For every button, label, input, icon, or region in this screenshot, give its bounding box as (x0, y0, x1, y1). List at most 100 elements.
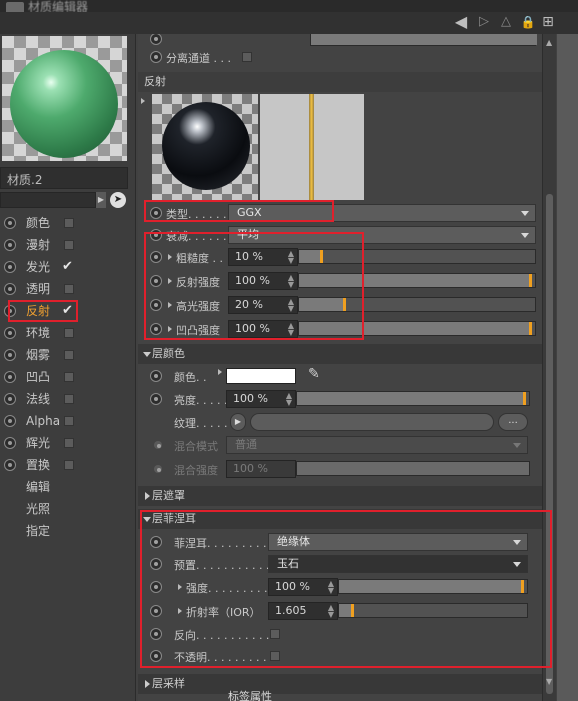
strength-slider[interactable] (338, 579, 528, 594)
radio-icon[interactable] (150, 34, 162, 45)
radio-icon[interactable] (4, 217, 16, 229)
radio-icon[interactable] (150, 299, 162, 311)
radio-icon[interactable] (4, 239, 16, 251)
layer-fresnel-header[interactable]: 层菲涅耳 (138, 509, 542, 529)
ior-input[interactable]: 1.605 ▲ ▼ (268, 602, 338, 620)
new-window-icon[interactable]: ⊞ (540, 12, 556, 32)
bump-strength-input[interactable]: 100 % ▲ ▼ (228, 320, 298, 338)
channel-item[interactable]: 发光 ✔ (0, 256, 136, 278)
texture-field[interactable] (250, 413, 494, 431)
channel-item[interactable]: 凹凸 (0, 366, 136, 388)
bump-strength-slider[interactable] (298, 321, 536, 336)
radio-icon[interactable] (150, 51, 162, 63)
channel-checkbox[interactable] (64, 394, 74, 404)
brightness-input[interactable]: 100 % ▲ ▼ (226, 390, 296, 408)
ior-slider[interactable] (338, 603, 528, 618)
eyedropper-icon[interactable]: ✎ (308, 366, 320, 382)
channel-item[interactable]: 透明 (0, 278, 136, 300)
channel-item[interactable]: 法线 (0, 388, 136, 410)
channel-item[interactable]: 烟雾 (0, 344, 136, 366)
cursor-icon[interactable]: ➤ (110, 192, 126, 208)
checkmark-icon[interactable]: ✔ (62, 300, 73, 322)
channel-checkbox[interactable] (64, 350, 74, 360)
brightness-slider[interactable] (296, 391, 530, 406)
radio-icon[interactable] (150, 650, 162, 662)
separate-pass-checkbox[interactable] (242, 52, 252, 62)
expand-icon[interactable] (168, 302, 172, 308)
channel-item[interactable]: 指定 (0, 520, 136, 542)
radio-icon[interactable] (4, 283, 16, 295)
layer-color-header[interactable]: 层颜色 (138, 344, 542, 364)
channel-checkbox[interactable] (64, 416, 74, 426)
up-arrow-icon[interactable]: △ (496, 12, 516, 32)
falloff-dropdown[interactable]: 平均 (228, 226, 536, 244)
material-name[interactable]: 材质.2 (0, 167, 128, 189)
radio-icon[interactable] (150, 251, 162, 263)
blend-strength-input[interactable]: 100 % (226, 460, 296, 478)
radio-icon[interactable] (4, 349, 16, 361)
specular-strength-slider[interactable] (298, 297, 536, 312)
checkmark-icon[interactable]: ✔ (62, 256, 73, 278)
scroll-up-icon[interactable]: ▲ (546, 38, 552, 47)
reflection-strength-input[interactable]: 100 % ▲ ▼ (228, 272, 298, 290)
material-preview[interactable] (2, 36, 127, 161)
expand-icon[interactable] (168, 254, 172, 260)
channel-item[interactable]: 置换 (0, 454, 136, 476)
channel-item[interactable]: 光照 (0, 498, 136, 520)
color-swatch[interactable] (226, 368, 296, 384)
channel-item[interactable]: 环境 (0, 322, 136, 344)
expand-icon[interactable] (178, 584, 182, 590)
channel-item[interactable]: 编辑 (0, 476, 136, 498)
radio-icon[interactable] (150, 393, 162, 405)
expand-icon[interactable] (178, 608, 182, 614)
channel-checkbox[interactable] (64, 218, 74, 228)
radio-icon[interactable] (4, 393, 16, 405)
specular-strength-input[interactable]: 20 % ▲ ▼ (228, 296, 298, 314)
channel-item[interactable]: Alpha (0, 410, 136, 432)
texture-play-icon[interactable]: ▶ (230, 413, 246, 431)
forward-arrow-icon[interactable]: ▷ (474, 12, 494, 32)
bottom-tab-label[interactable]: 标签属性 (228, 688, 272, 701)
radio-icon[interactable] (4, 371, 16, 383)
scroll-thumb[interactable] (546, 194, 553, 694)
strength-input[interactable]: 100 % ▲ ▼ (268, 578, 338, 596)
radio-icon[interactable] (4, 327, 16, 339)
radio-icon[interactable] (150, 323, 162, 335)
preset-dropdown[interactable]: 玉石 (268, 555, 528, 573)
channel-item[interactable]: 漫射 (0, 234, 136, 256)
radio-icon[interactable] (4, 415, 16, 427)
channel-checkbox[interactable] (64, 438, 74, 448)
roughness-slider[interactable] (298, 249, 536, 264)
vertical-scrollbar[interactable]: ▲ ▼ (542, 34, 556, 701)
radio-icon[interactable] (150, 370, 162, 382)
channel-item[interactable]: 反射 ✔ (0, 300, 136, 322)
channel-item[interactable]: 颜色 (0, 212, 136, 234)
radio-icon[interactable] (150, 628, 162, 640)
invert-checkbox[interactable] (270, 629, 280, 639)
radio-icon[interactable] (150, 605, 162, 617)
channel-checkbox[interactable] (64, 372, 74, 382)
blend-mode-dropdown[interactable]: 普通 (226, 436, 528, 454)
radio-icon[interactable] (150, 207, 162, 219)
channel-checkbox[interactable] (64, 284, 74, 294)
scroll-down-icon[interactable]: ▼ (546, 677, 552, 686)
radio-icon[interactable] (4, 305, 16, 317)
opaque-checkbox[interactable] (270, 651, 280, 661)
back-arrow-icon[interactable]: ◀ (450, 12, 472, 32)
expand-icon[interactable] (168, 278, 172, 284)
radio-icon[interactable] (4, 261, 16, 273)
reflection-strength-slider[interactable] (298, 273, 536, 288)
lock-icon[interactable]: 🔒 (518, 12, 538, 32)
radio-icon[interactable] (150, 558, 162, 570)
layer-sampling-header[interactable]: 层采样 (138, 674, 542, 694)
expand-icon[interactable] (218, 369, 222, 375)
radio-icon[interactable] (4, 459, 16, 471)
blend-strength-slider[interactable] (296, 461, 530, 476)
type-dropdown[interactable]: GGX (228, 204, 536, 222)
roughness-input[interactable]: 10 % ▲ ▼ (228, 248, 298, 266)
expand-icon[interactable] (141, 98, 145, 104)
radio-icon[interactable] (154, 441, 162, 449)
channel-item[interactable]: 辉光 (0, 432, 136, 454)
radio-icon[interactable] (4, 437, 16, 449)
prev-slider[interactable] (310, 34, 537, 46)
